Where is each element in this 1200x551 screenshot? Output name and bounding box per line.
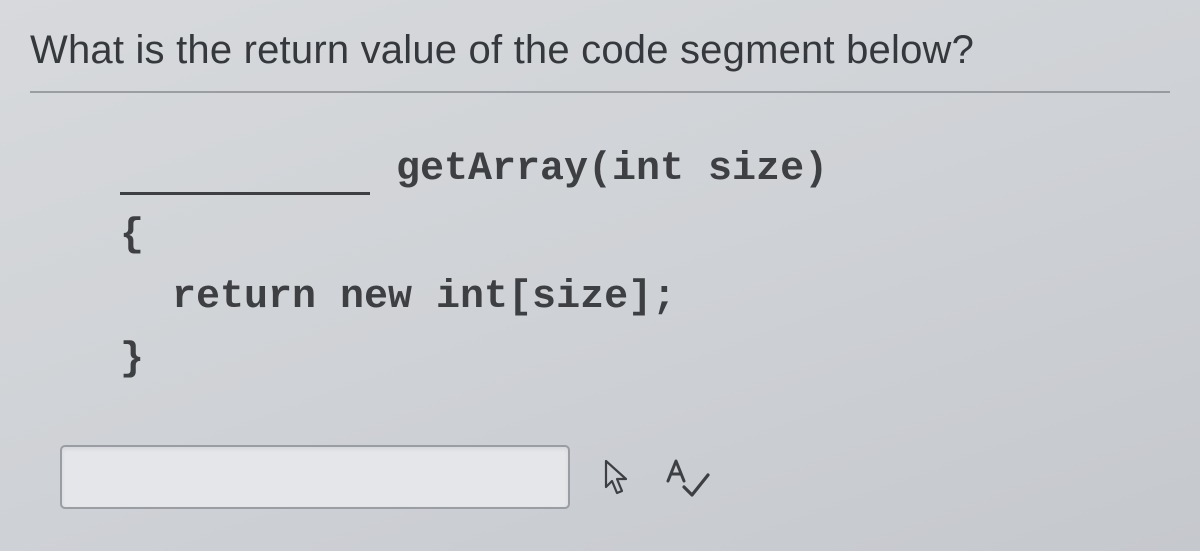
code-open-brace: { (120, 205, 1170, 267)
spellcheck-icon (662, 457, 710, 497)
return-type-blank (120, 156, 370, 195)
answer-input[interactable] (60, 445, 570, 509)
code-segment: getArray(int size) { return new int[size… (30, 139, 1170, 509)
signature-text: getArray(int size) (396, 139, 828, 201)
code-line-signature: getArray(int size) (120, 139, 1170, 201)
divider (30, 91, 1170, 93)
code-return-line: return new int[size]; (120, 267, 1170, 329)
question-prompt: What is the return value of the code seg… (30, 28, 1170, 73)
code-close-brace: } (120, 329, 1170, 391)
cursor-icon (600, 457, 632, 497)
answer-row (60, 445, 1170, 509)
